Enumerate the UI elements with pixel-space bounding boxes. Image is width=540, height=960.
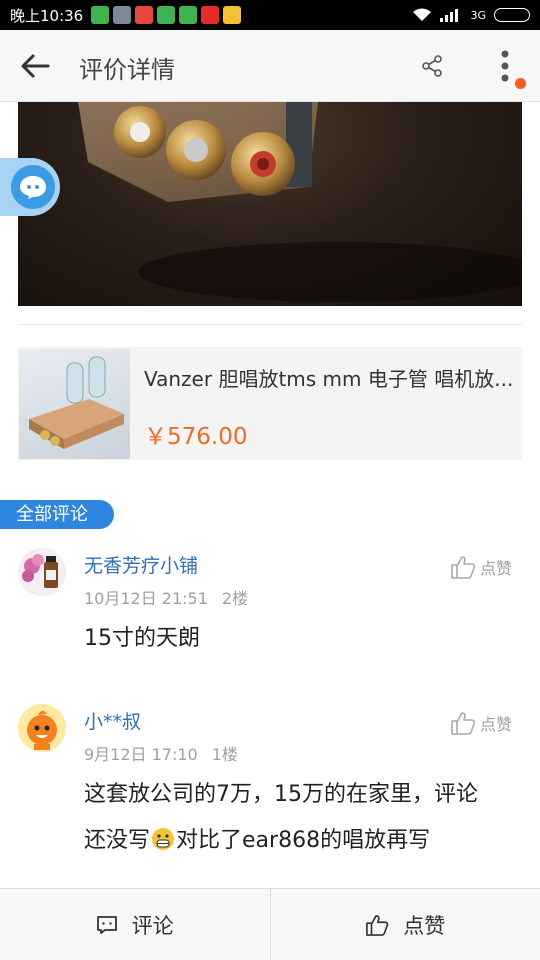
app-notification-icon (179, 6, 198, 24)
more-options-icon[interactable] (498, 48, 512, 84)
chat-bubble-icon (11, 165, 55, 209)
divider (18, 324, 522, 325)
scared-face-emoji-icon (152, 828, 175, 850)
comment-item: 无香芳疗小铺 10月12日 21:51 2楼 点赞 15寸的天朗 (0, 548, 540, 678)
comment-text: 15寸的天朗 (84, 626, 200, 651)
comment-username[interactable]: 无香芳疗小铺 (84, 551, 198, 578)
comment-meta: 10月12日 21:51 2楼 (84, 585, 248, 609)
app-bar: 评价详情 (0, 30, 540, 102)
like-button[interactable]: 点赞 (450, 555, 512, 579)
comment-item: 小**叔 9月12日 17:10 1楼 点赞 这套放公司的7万，15万的在家里，评… (0, 704, 540, 884)
review-photo[interactable] (18, 102, 522, 306)
product-name: Vanzer 胆唱放tms mm 电子管 唱机放... (144, 367, 514, 391)
comment-floor: 1楼 (211, 745, 238, 764)
comment-floor: 2楼 (221, 589, 249, 608)
app-notification-icon (135, 6, 154, 24)
avatar[interactable] (18, 548, 66, 596)
notification-icons (91, 6, 242, 24)
comment-text-part: 对比了ear868的唱放再写 (176, 828, 431, 853)
app-notification-icon (201, 6, 220, 24)
notification-dot (515, 78, 526, 89)
comment-icon (96, 916, 117, 934)
battery-icon (494, 8, 530, 22)
product-price: ￥576.00 (144, 424, 248, 450)
review-photo-image (78, 102, 522, 302)
app-notification-icon (223, 6, 242, 24)
like-label: 点赞 (480, 715, 513, 734)
comment-text-part: 还没写 (84, 828, 151, 853)
comment-text: 这套放公司的7万，15万的在家里，评论 还没写 对比了ear868的唱放再写 (84, 772, 524, 864)
signal-icon (440, 9, 459, 22)
comment-button[interactable]: 评论 (0, 889, 270, 960)
comment-button-label: 评论 (131, 914, 174, 938)
like-label: 点赞 (480, 559, 513, 578)
network-type: 3G (470, 8, 486, 22)
thumbs-up-icon (451, 556, 476, 579)
comment-username[interactable]: 小**叔 (84, 707, 141, 734)
like-button-label: 点赞 (403, 914, 446, 938)
product-card[interactable]: Vanzer 胆唱放tms mm 电子管 唱机放... ￥576.00 (18, 347, 522, 460)
comment-text-line: 这套放公司的7万，15万的在家里，评论 (84, 782, 478, 807)
comment-date: 9月12日 17:10 (84, 745, 198, 764)
back-arrow-icon[interactable] (20, 52, 50, 80)
bottom-action-bar: 评论 点赞 (0, 888, 540, 960)
comment-date: 10月12日 21:51 (84, 589, 208, 608)
product-thumbnail (19, 349, 130, 459)
app-notification-icon (157, 6, 176, 24)
thumbs-up-icon (451, 712, 476, 735)
share-icon[interactable] (420, 54, 444, 78)
page-title: 评价详情 (79, 56, 175, 84)
all-comments-tag: 全部评论 (0, 500, 114, 529)
app-notification-icon (91, 6, 110, 24)
comment-text-line: 还没写 对比了ear868的唱放再写 (84, 818, 524, 864)
wifi-icon (413, 8, 432, 21)
thumbs-up-icon (366, 915, 389, 936)
floating-assistant-button[interactable] (0, 158, 60, 216)
status-bar: 晚上10:36 3G (0, 0, 540, 30)
avatar[interactable] (18, 704, 66, 752)
like-action-button[interactable]: 点赞 (271, 889, 540, 960)
app-notification-icon (113, 6, 132, 24)
comment-meta: 9月12日 17:10 1楼 (84, 741, 238, 765)
like-button[interactable]: 点赞 (450, 711, 512, 735)
status-time: 晚上10:36 (10, 6, 84, 25)
